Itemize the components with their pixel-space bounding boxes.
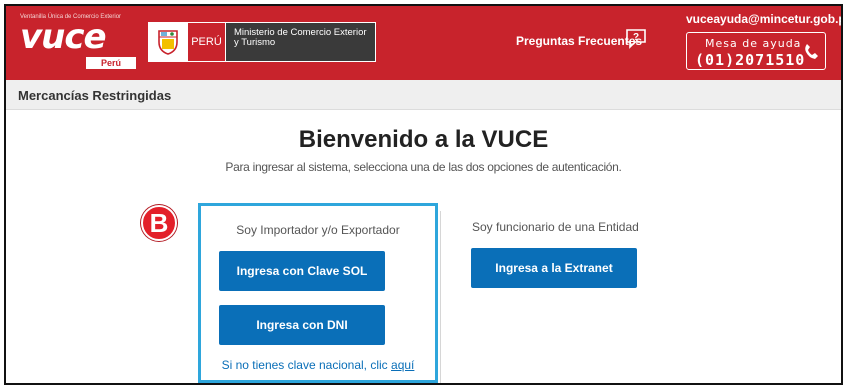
vuce-logo[interactable]: Ventanilla Única de Comercio Exterior vu… [20, 12, 138, 70]
site-header: Ventanilla Única de Comercio Exterior vu… [6, 6, 841, 80]
login-extranet-button[interactable]: Ingresa a la Extranet [471, 248, 637, 288]
logo-wordmark: vuce [20, 17, 107, 57]
help-desk-box[interactable]: Mesa de ayuda (01)2071510 [686, 32, 826, 70]
svg-text:?: ? [633, 32, 639, 43]
government-logo[interactable]: PERÚ Ministerio de Comercio Exterior y T… [148, 22, 376, 62]
page-subtitle: Para ingresar al sistema, selecciona una… [225, 160, 622, 174]
login-dni-button[interactable]: Ingresa con DNI [219, 305, 385, 345]
gov-country: PERÚ [188, 22, 226, 62]
section-bar: Mercancías Restringidas [6, 80, 841, 110]
step-badge: B [141, 205, 177, 241]
section-title: Mercancías Restringidas [18, 88, 172, 103]
importer-exporter-panel: Soy Importador y/o Exportador Ingresa co… [198, 203, 438, 383]
help-chat-icon[interactable]: ? [624, 26, 648, 55]
ministry-name: Ministerio de Comercio Exterior y Turism… [226, 22, 376, 62]
column-divider [440, 211, 441, 383]
here-link[interactable]: aquí [391, 358, 414, 372]
help-desk-title: Mesa de ayuda [705, 37, 802, 50]
phone-icon [803, 43, 819, 66]
importer-exporter-label: Soy Importador y/o Exportador [236, 223, 400, 237]
no-national-key-text: Si no tienes clave nacional, clic aquí [201, 358, 435, 372]
logo-country: Perú [86, 57, 136, 69]
help-desk-phone: (01)2071510 [695, 51, 806, 69]
coat-of-arms-icon [148, 22, 188, 62]
page-title: Bienvenido a la VUCE [298, 126, 549, 153]
page-frame: Ventanilla Única de Comercio Exterior vu… [4, 4, 843, 385]
login-clave-sol-button[interactable]: Ingresa con Clave SOL [219, 251, 385, 291]
no-national-key-prefix: Si no tienes clave nacional, clic [221, 358, 388, 372]
support-email[interactable]: vuceayuda@mincetur.gob.pe [686, 12, 841, 26]
official-label: Soy funcionario de una Entidad [472, 220, 639, 234]
